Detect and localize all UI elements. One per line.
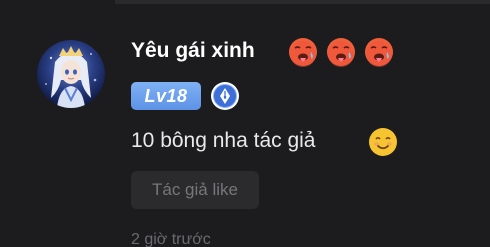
avatar[interactable]: [37, 40, 105, 108]
hot-face-emoji-icon: [327, 38, 355, 67]
username-emojis: [287, 36, 395, 68]
timestamp: 2 giờ trước: [131, 231, 211, 247]
hot-face-emoji-icon: [289, 38, 317, 67]
author-liked-badge: Tác giả like: [131, 171, 259, 209]
comment-text: 10 bông nha tác giả: [131, 129, 316, 152]
user-badges: Lv18: [131, 81, 240, 111]
fountain-pen-icon[interactable]: [210, 81, 240, 111]
hot-face-emoji-icon: [365, 38, 393, 67]
divider: [115, 0, 490, 4]
smiling-face-emoji-icon: [369, 128, 397, 156]
level-badge[interactable]: Lv18: [131, 82, 201, 110]
username[interactable]: Yêu gái xinh: [131, 36, 255, 66]
comment-item: Yêu gái xinh Lv18 10 bông nha tác giả Tá…: [0, 0, 490, 247]
